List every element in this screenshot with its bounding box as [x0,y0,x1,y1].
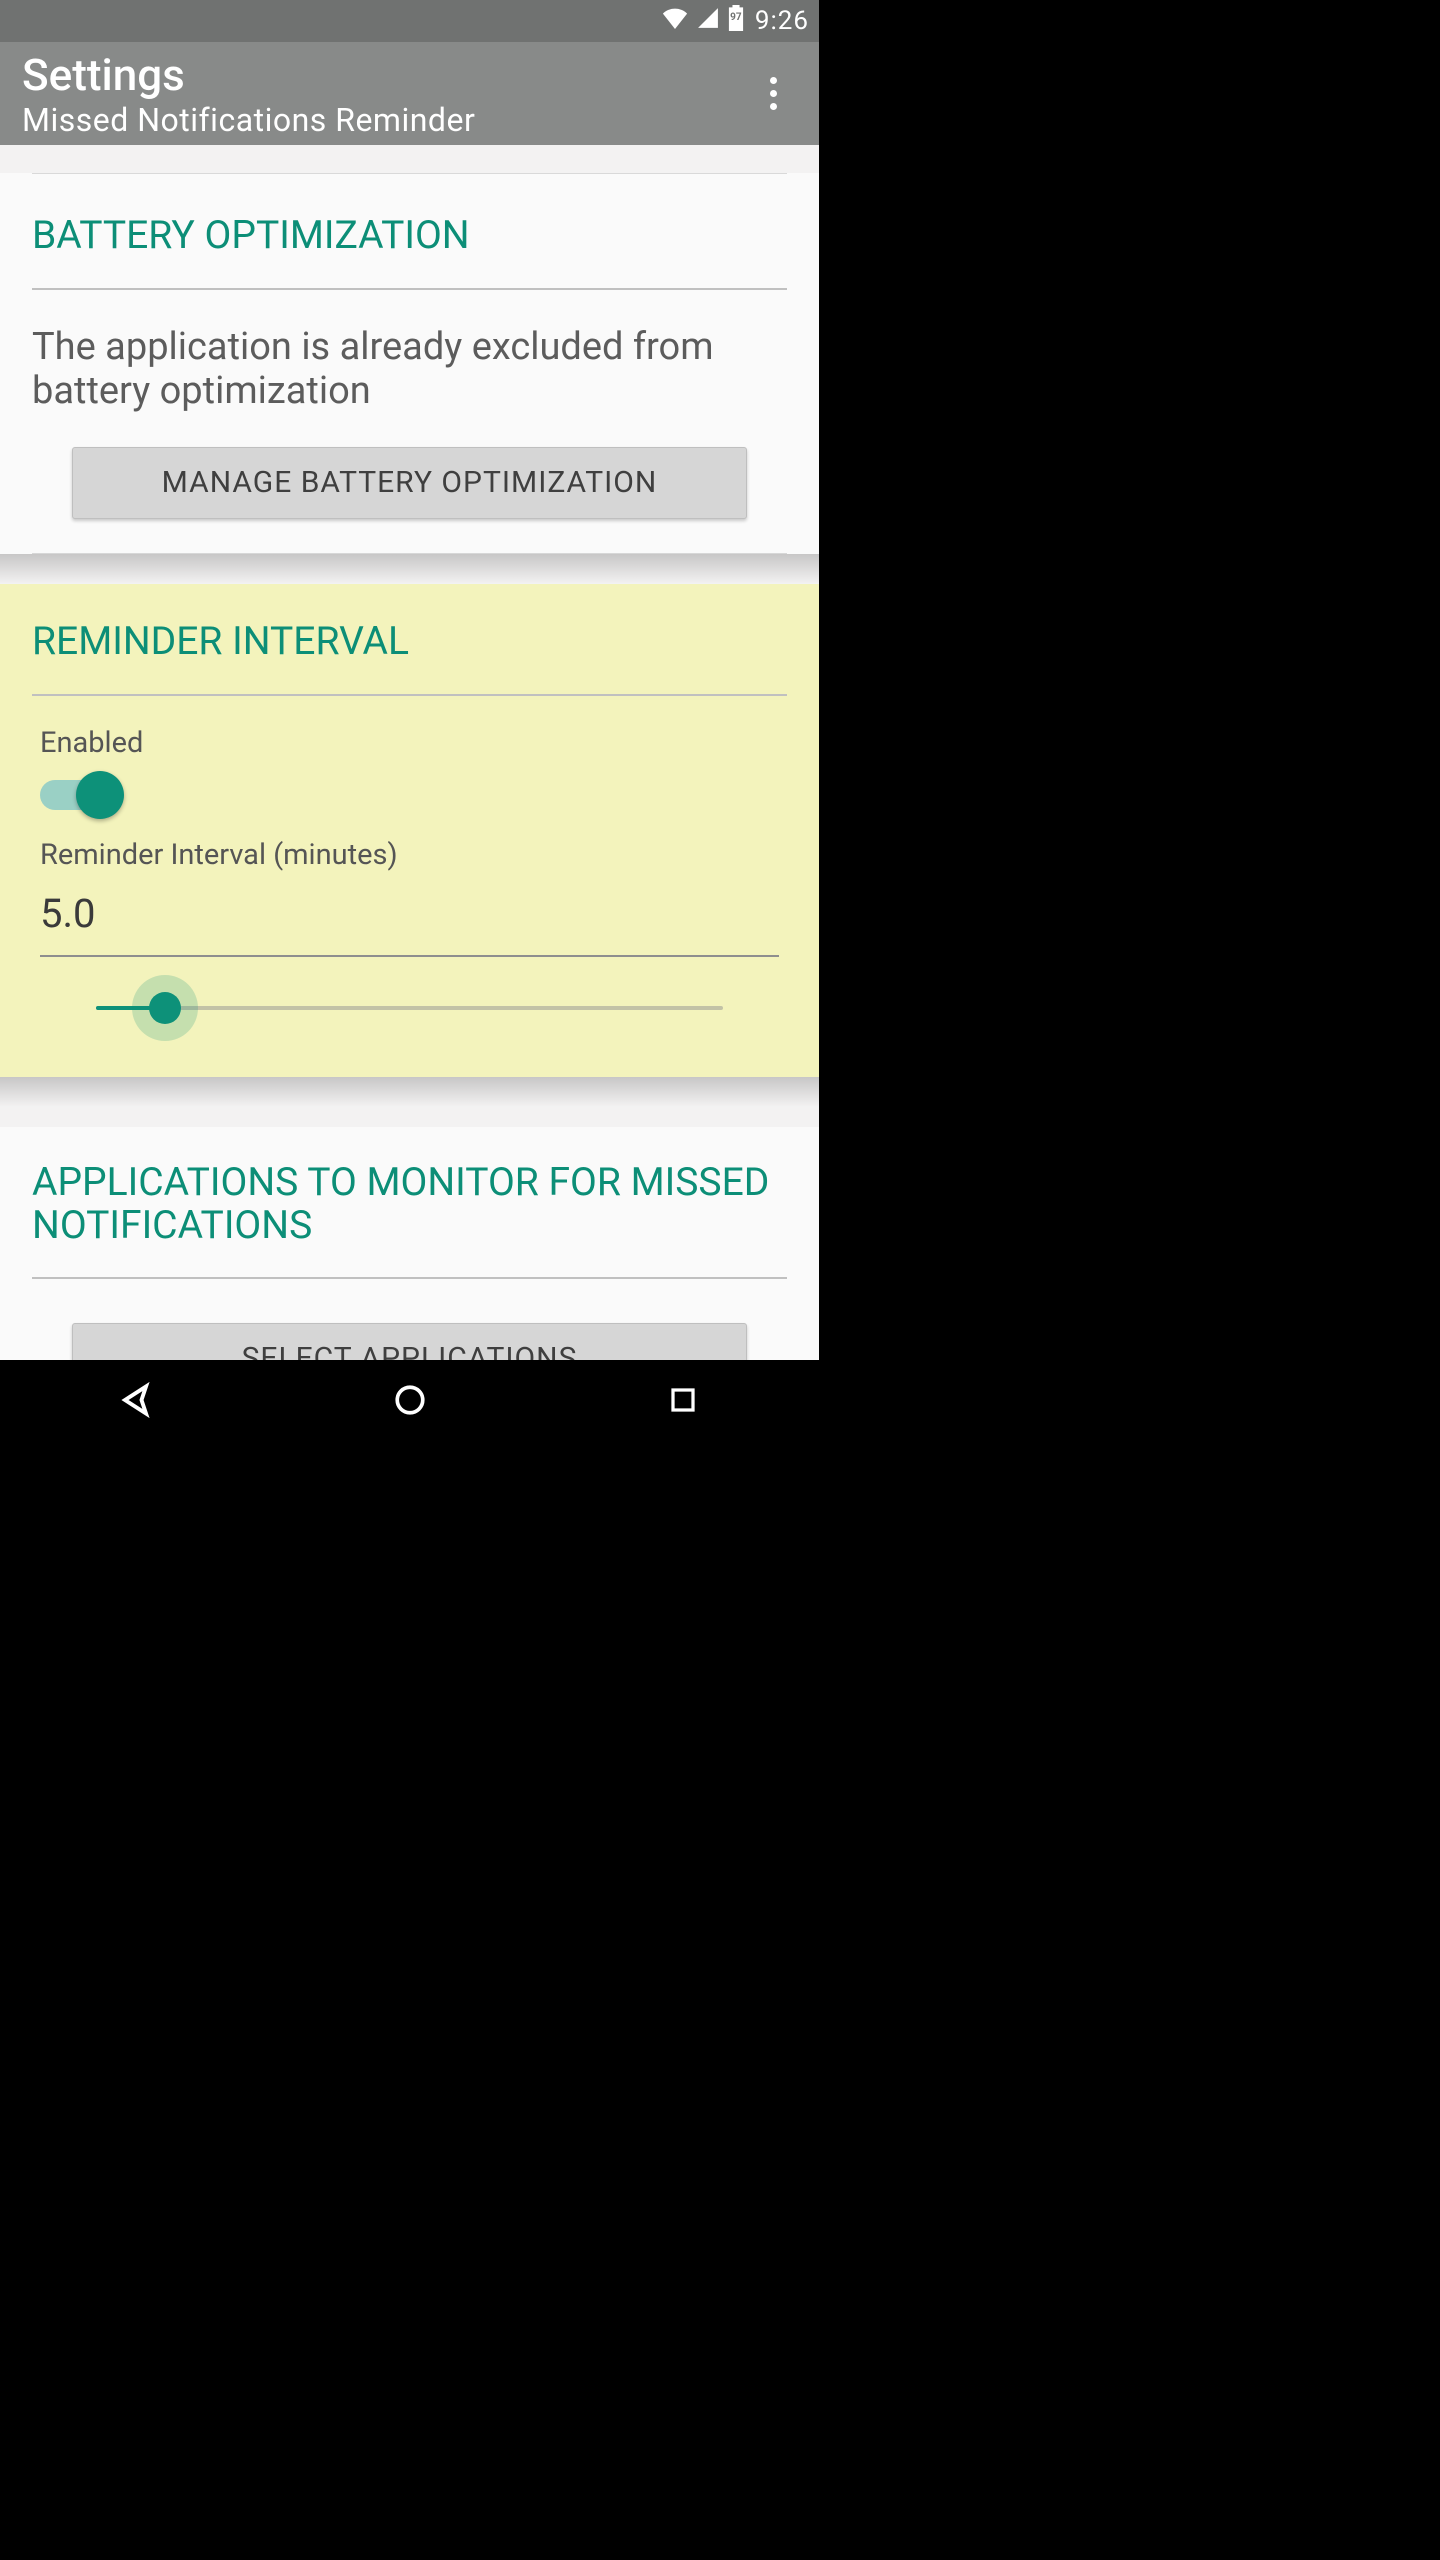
navigation-bar [0,1360,819,1440]
status-icons: 97 [661,5,745,37]
interval-slider[interactable] [96,983,723,1031]
battery-section-body: The application is already excluded from… [0,290,819,437]
cellular-icon [697,7,719,35]
status-time: 9:26 [755,6,809,36]
battery-optimization-section: BATTERY OPTIMIZATION The application is … [0,173,819,554]
apps-section-title: APPLICATIONS TO MONITOR FOR MISSED NOTIF… [0,1127,819,1277]
content: BATTERY OPTIMIZATION The application is … [0,145,819,1360]
reminder-section-title: REMINDER INTERVAL [0,584,819,694]
battery-section-title: BATTERY OPTIMIZATION [32,174,787,288]
app-bar-titles: Settings Missed Notifications Reminder [22,49,475,139]
status-bar: 97 9:26 [0,0,819,42]
enabled-label: Enabled [0,696,819,774]
interval-label: Reminder Interval (minutes) [0,828,819,878]
page-title: Settings [22,49,475,101]
battery-icon: 97 [727,5,745,37]
wifi-icon [661,7,689,35]
nav-back-icon[interactable] [77,1376,197,1424]
reminder-interval-section: REMINDER INTERVAL Enabled Reminder Inter… [0,584,819,1077]
more-options-icon[interactable] [749,70,797,118]
battery-level-text: 97 [727,12,745,23]
applications-section: APPLICATIONS TO MONITOR FOR MISSED NOTIF… [0,1127,819,1360]
page-subtitle: Missed Notifications Reminder [22,101,475,139]
nav-home-icon[interactable] [350,1376,470,1424]
enabled-toggle[interactable] [40,780,120,810]
interval-value-input[interactable]: 5.0 [0,878,819,955]
manage-battery-button[interactable]: MANAGE BATTERY OPTIMIZATION [72,447,747,519]
app-bar: Settings Missed Notifications Reminder [0,42,819,145]
select-applications-button[interactable]: SELECT APPLICATIONS [72,1323,747,1360]
nav-recent-icon[interactable] [623,1376,743,1424]
